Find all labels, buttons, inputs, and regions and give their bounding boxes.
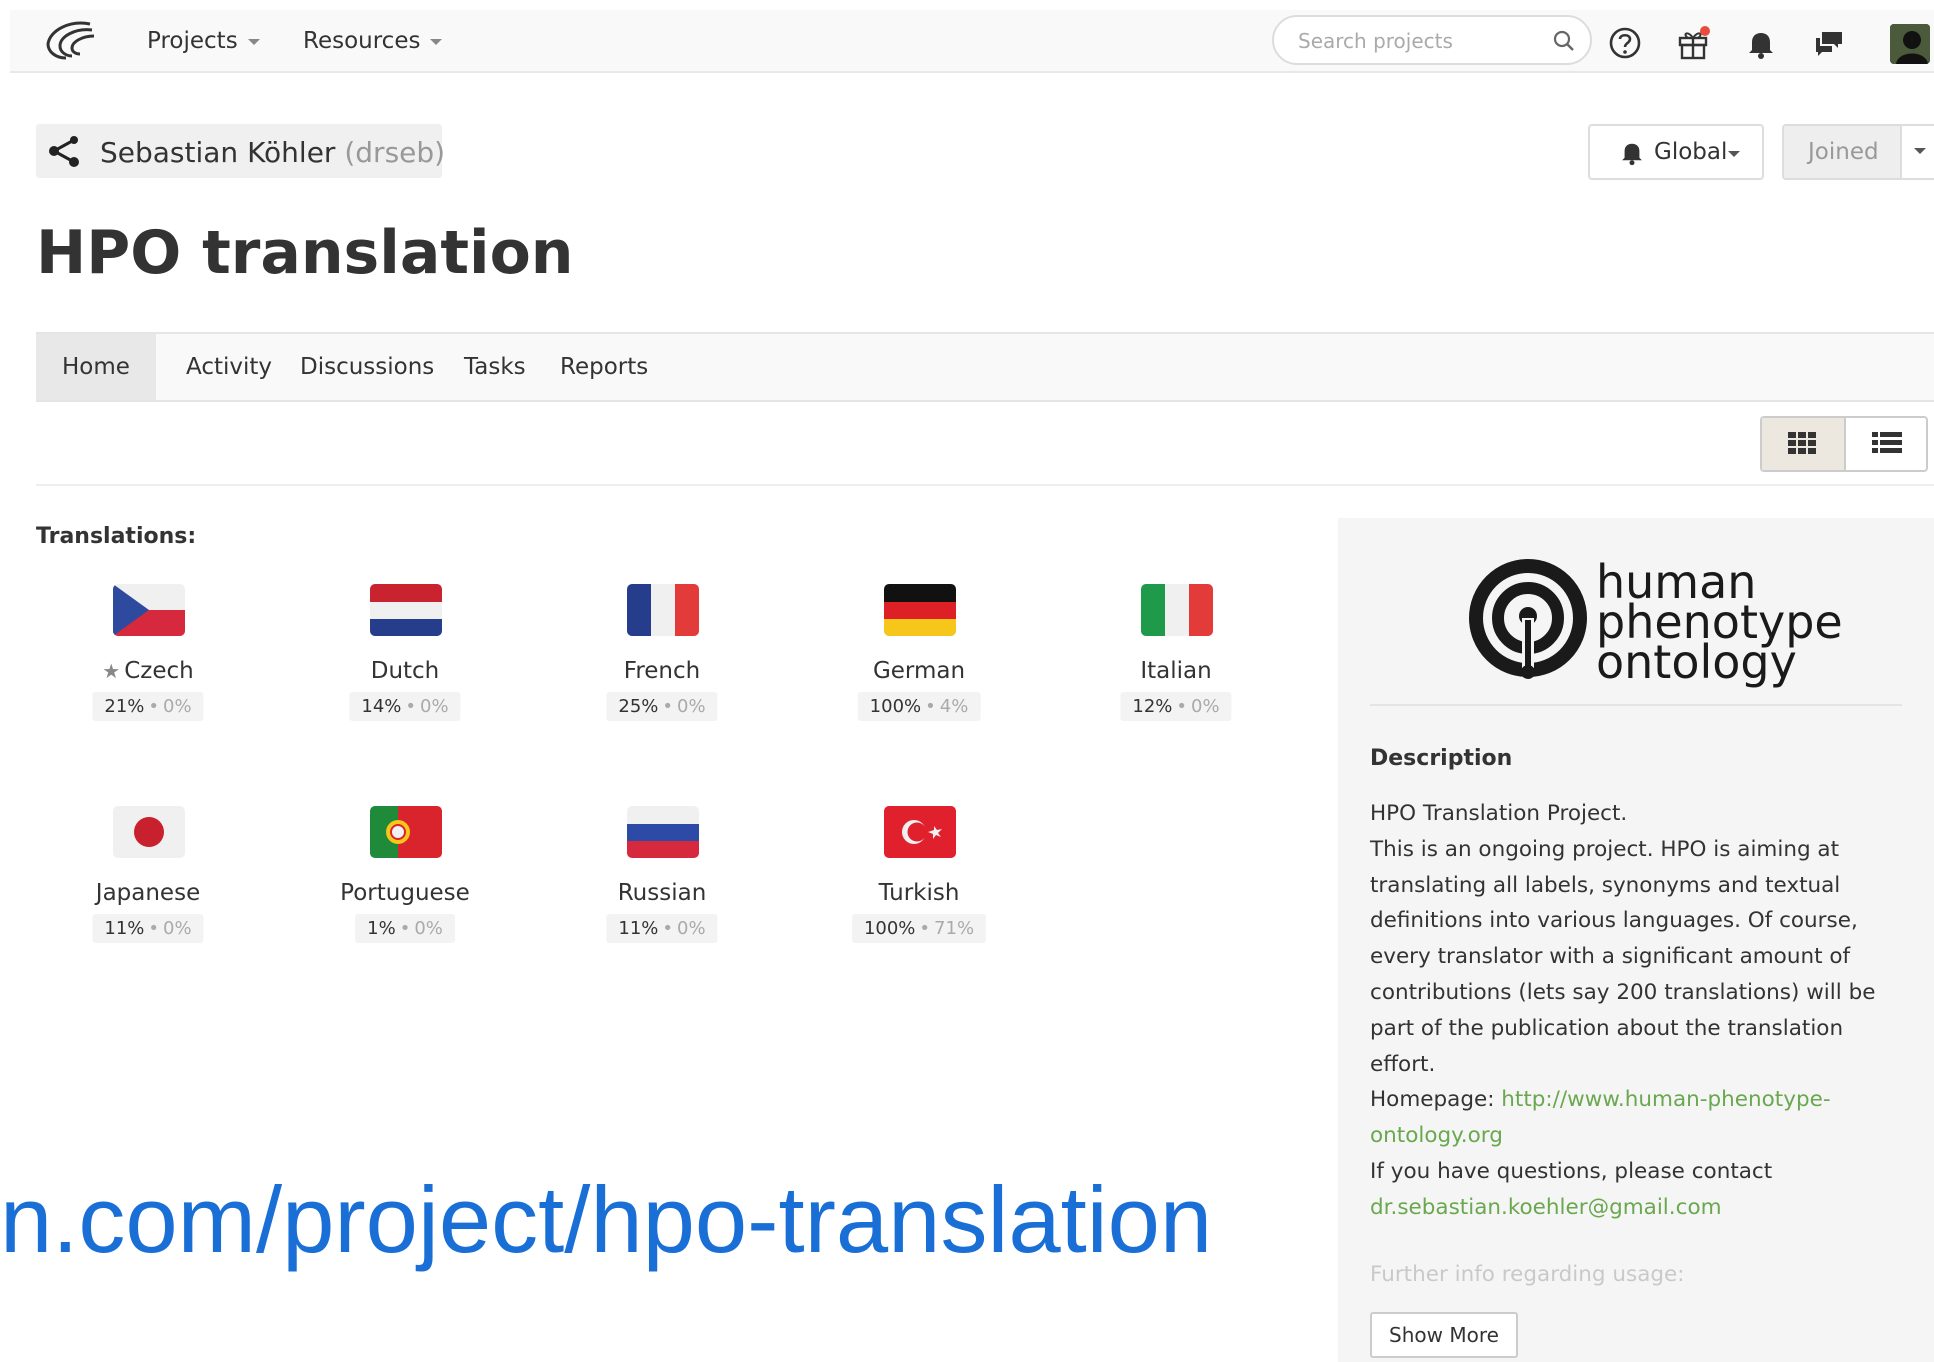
notification-dot [1700, 26, 1710, 36]
language-card-turkish[interactable]: Turkish 100% • 71% [819, 806, 1019, 986]
language-progress: 12% • 0% [1120, 692, 1232, 721]
language-card-dutch[interactable]: Dutch 14% • 0% [305, 584, 505, 764]
language-card-german[interactable]: German 100% • 4% [819, 584, 1019, 764]
tab-discussions[interactable]: Discussions [274, 334, 460, 400]
language-card-portuguese[interactable]: Portuguese 1% • 0% [305, 806, 505, 986]
joined-label: Joined [1808, 139, 1879, 165]
contact-email-link[interactable]: dr.sebastian.koehler@gmail.com [1370, 1195, 1722, 1220]
description-intro: HPO Translation Project. [1370, 801, 1628, 826]
resources-menu[interactable]: Resources [303, 28, 443, 54]
language-name: French [623, 658, 701, 684]
crowdin-logo-icon[interactable] [40, 18, 100, 64]
japanese-flag-icon [113, 806, 185, 858]
description-heading: Description [1370, 746, 1513, 771]
hpo-logo: human phenotype ontology [1469, 555, 1843, 688]
dutch-flag-icon [370, 584, 442, 636]
show-more-button[interactable]: Show More [1370, 1312, 1518, 1358]
notifications-global-button[interactable]: Global [1588, 124, 1764, 180]
help-icon[interactable] [1608, 26, 1642, 60]
translations-label: Translations: [36, 524, 197, 549]
chevron-down-icon [247, 38, 260, 45]
chevron-down-icon [430, 38, 443, 45]
language-progress: 100% • 71% [851, 914, 987, 943]
tab-reports[interactable]: Reports [534, 334, 674, 400]
language-card-russian[interactable]: Russian 11% • 0% [562, 806, 762, 986]
grid-view-button[interactable] [1762, 418, 1846, 470]
svg-text:ontology: ontology [1596, 635, 1797, 688]
language-progress: 11% • 0% [92, 914, 204, 943]
messages-icon[interactable] [1812, 26, 1846, 60]
italian-flag-icon [1141, 584, 1213, 636]
bell-icon[interactable] [1744, 26, 1778, 60]
language-name: Japanese [95, 880, 201, 906]
language-name: Turkish [878, 880, 960, 906]
homepage-line: Homepage: http://www.human-phenotype-ont… [1370, 1087, 1831, 1149]
owner-name-label: Sebastian Köhler (drseb) [100, 136, 445, 169]
further-info-text: Further info regarding usage: [1370, 1262, 1685, 1287]
project-tabs: Home Activity Discussions Tasks Reports [36, 332, 1934, 402]
language-name: Italian [1140, 658, 1212, 684]
view-toggle [1760, 416, 1928, 472]
projects-menu[interactable]: Projects [147, 28, 260, 54]
url-overlay-text: n.com/project/hpo-translation [0, 1167, 1213, 1272]
list-icon [1872, 432, 1902, 453]
russian-flag-icon [627, 806, 699, 858]
global-label: Global [1654, 139, 1728, 165]
project-owner-link[interactable]: Sebastian Köhler (drseb) [36, 124, 445, 178]
language-name: Russian [617, 880, 707, 906]
turkish-flag-icon [884, 806, 956, 858]
language-card-czech[interactable]: ★ Czech 21% • 0% [48, 584, 248, 764]
owner-handle: (drseb) [344, 136, 446, 169]
language-name: Dutch [370, 658, 440, 684]
page-title: HPO translation [36, 218, 574, 288]
chevron-down-icon [1914, 148, 1926, 154]
contact-line: If you have questions, please contact dr… [1370, 1158, 1773, 1220]
language-progress: 100% • 4% [857, 692, 981, 721]
language-progress: 1% • 0% [355, 914, 455, 943]
divider [1370, 704, 1902, 706]
language-progress: 25% • 0% [606, 692, 718, 721]
share-icon [49, 136, 79, 167]
grid-icon [1788, 432, 1816, 454]
bell-icon [1622, 143, 1642, 166]
joined-button[interactable]: Joined [1782, 124, 1934, 180]
language-progress: 21% • 0% [92, 692, 204, 721]
language-name: ★ Czech [102, 658, 194, 684]
chevron-down-icon [1728, 151, 1740, 157]
owner-name: Sebastian Köhler [100, 136, 336, 169]
divider [36, 484, 1934, 486]
language-name: Portuguese [340, 880, 470, 906]
language-name: German [872, 658, 966, 684]
star-icon: ★ [102, 659, 121, 683]
language-card-italian[interactable]: Italian 12% • 0% [1076, 584, 1276, 764]
search-box [1272, 15, 1592, 65]
language-progress: 14% • 0% [349, 692, 461, 721]
tab-home[interactable]: Home [36, 334, 156, 400]
language-card-japanese[interactable]: Japanese 11% • 0% [48, 806, 248, 986]
language-card-french[interactable]: French 25% • 0% [562, 584, 762, 764]
search-input[interactable] [1296, 28, 1540, 54]
description-text: HPO Translation Project. This is an ongo… [1370, 796, 1910, 1226]
projects-menu-label: Projects [147, 28, 238, 54]
top-navbar: Projects Resources [10, 10, 1934, 73]
project-info-panel: human phenotype ontology Description HPO… [1338, 518, 1934, 1362]
description-body: This is an ongoing project. HPO is aimin… [1370, 836, 1876, 1077]
french-flag-icon [627, 584, 699, 636]
avatar[interactable] [1890, 24, 1930, 64]
list-view-button[interactable] [1846, 418, 1926, 470]
search-icon[interactable] [1552, 29, 1576, 53]
czech-flag-icon [113, 584, 185, 636]
portuguese-flag-icon [370, 806, 442, 858]
gift-icon[interactable] [1676, 26, 1710, 60]
language-progress: 11% • 0% [606, 914, 718, 943]
resources-menu-label: Resources [303, 28, 421, 54]
joined-dropdown-toggle[interactable] [1900, 126, 1934, 178]
german-flag-icon [884, 584, 956, 636]
